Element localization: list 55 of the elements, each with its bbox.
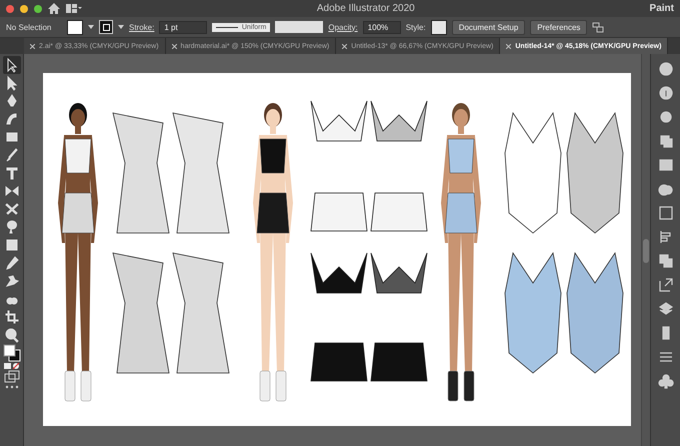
layout-icon[interactable]: [66, 4, 82, 13]
caret-icon[interactable]: [118, 25, 124, 29]
selection-label: No Selection: [6, 22, 52, 32]
rectangle-tool-icon: [6, 132, 17, 142]
screen-mode-icon[interactable]: [2, 370, 20, 384]
fill-swatch[interactable]: [67, 20, 83, 34]
home-icon[interactable]: [48, 3, 60, 14]
export-icon[interactable]: [656, 276, 674, 294]
opacity-field[interactable]: 100%: [362, 20, 401, 34]
color-mode-icon[interactable]: [2, 362, 20, 370]
fill-stroke-icon[interactable]: [2, 344, 20, 362]
selection-tool-icon: [7, 58, 17, 73]
selection-tool-button[interactable]: [2, 56, 20, 74]
minimize-button[interactable]: [20, 4, 28, 12]
more-icon[interactable]: [4, 384, 18, 390]
stroke-swatch[interactable]: [99, 20, 113, 34]
zoom-tool-icon: [5, 328, 18, 342]
eyedropper-tool-icon: [6, 256, 18, 270]
garment-drawing: [310, 100, 368, 142]
maximize-button[interactable]: [34, 4, 42, 12]
crop-tool-button[interactable]: [2, 308, 20, 326]
close-tab-icon[interactable]: [506, 44, 512, 48]
close-tab-icon[interactable]: [342, 44, 348, 48]
garment-drawing: [310, 192, 368, 232]
close-button[interactable]: [6, 4, 14, 12]
garment-drawing: [370, 100, 428, 142]
caret-icon[interactable]: [88, 25, 94, 29]
club-icon[interactable]: [656, 372, 674, 390]
type-tool-icon: [6, 168, 17, 180]
opacity-label[interactable]: Opacity:: [328, 22, 358, 32]
arrange-icon[interactable]: [592, 22, 606, 32]
crop-tool-icon: [5, 310, 18, 324]
scrollbar-thumb[interactable]: [643, 239, 649, 263]
workspace-switcher[interactable]: Paint: [650, 3, 674, 14]
lasso-tool-icon: [6, 220, 16, 234]
garment-drawing: [370, 192, 428, 232]
style-swatch[interactable]: [430, 20, 447, 34]
style-label: Style:: [406, 22, 426, 32]
toolbar-button[interactable]: Document Setup: [452, 20, 526, 34]
direct-tool-icon: [7, 76, 17, 91]
garment-drawing: [370, 252, 428, 294]
toolbar-button[interactable]: Preferences: [530, 20, 588, 34]
garment-drawing: [310, 252, 368, 294]
reflect-tool-icon: [5, 186, 18, 196]
brush-tool-icon: [6, 148, 18, 162]
garment-drawing: [310, 342, 368, 382]
stroke-label[interactable]: Stroke:: [129, 22, 154, 32]
window-title: Adobe Illustrator 2020: [316, 3, 416, 14]
info-icon[interactable]: [656, 84, 674, 102]
zoom-tool-button[interactable]: [2, 326, 20, 344]
stroke-weight-field[interactable]: 1 pt: [159, 20, 208, 34]
curvature-tool-icon: [6, 114, 16, 124]
garment-drawing: [370, 342, 428, 382]
close-tab-icon[interactable]: [172, 44, 177, 48]
close-tab-icon[interactable]: [30, 44, 35, 48]
